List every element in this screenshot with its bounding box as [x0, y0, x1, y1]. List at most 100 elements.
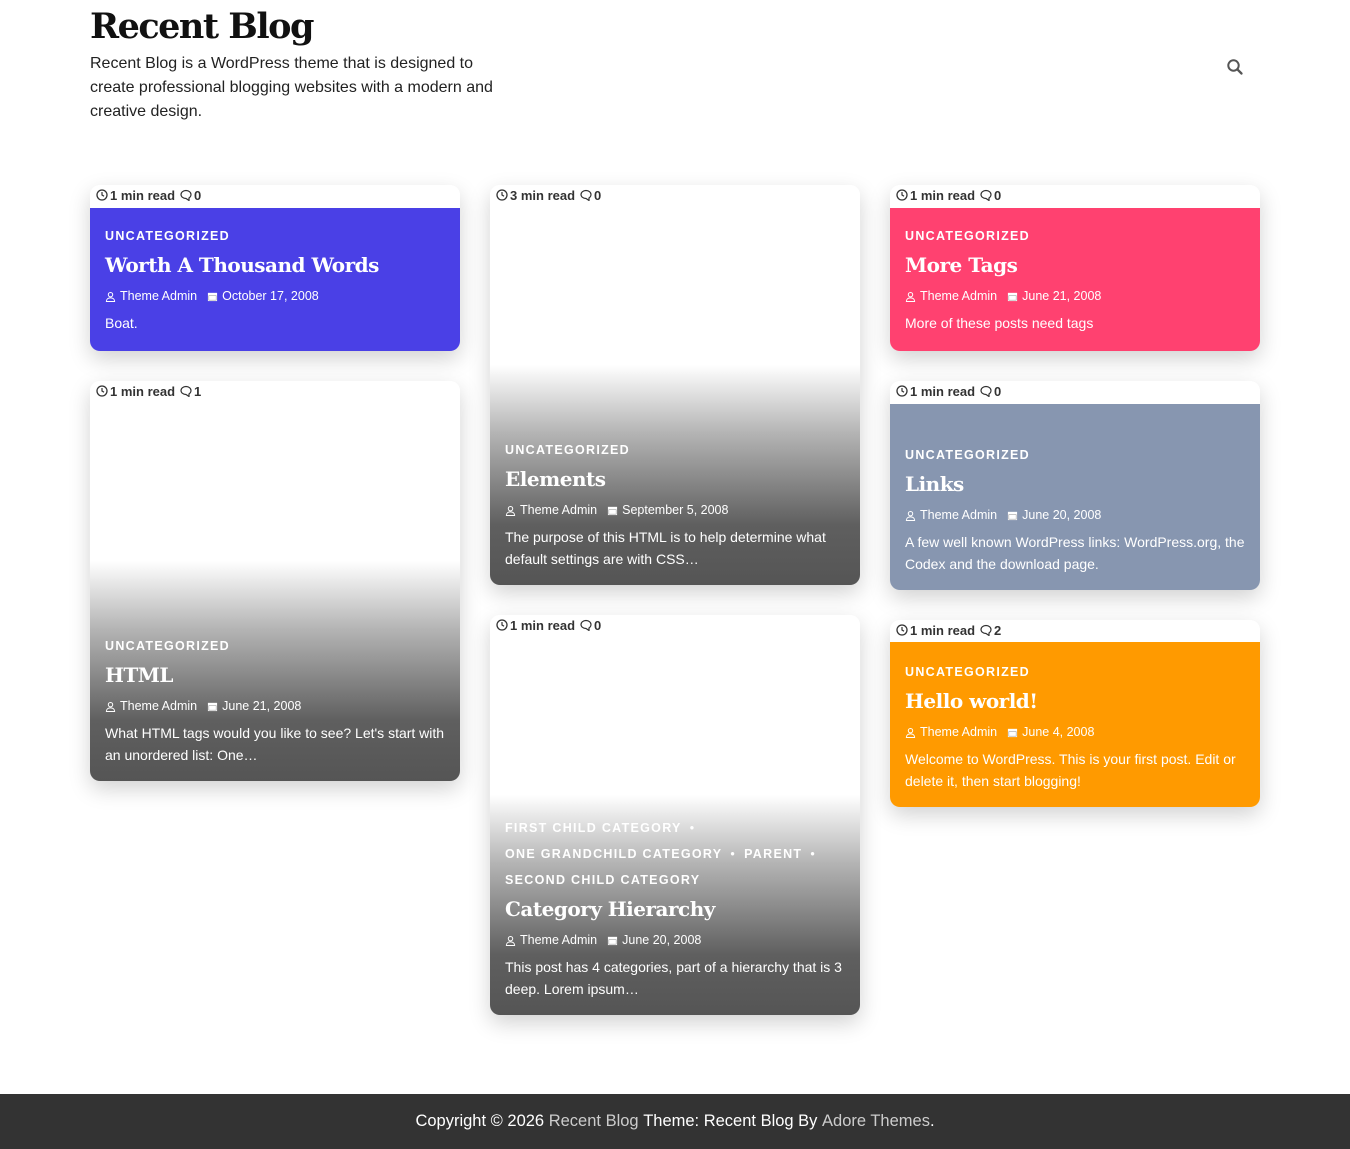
- calendar-icon: [208, 292, 218, 301]
- post-author[interactable]: Theme Admin: [120, 699, 197, 713]
- post-categories: UNCATEGORIZED: [905, 442, 1245, 468]
- category-link[interactable]: PARENT: [744, 847, 802, 861]
- post-author[interactable]: Theme Admin: [920, 289, 997, 303]
- post-meta-top: 3 min read 0: [490, 185, 860, 205]
- search-icon[interactable]: [1225, 57, 1245, 77]
- post-author[interactable]: Theme Admin: [120, 289, 197, 303]
- post-categories: UNCATEGORIZED: [905, 659, 1245, 685]
- user-icon: [905, 727, 916, 738]
- post-title[interactable]: Hello world!: [905, 689, 1245, 713]
- post-card[interactable]: 1 min read 2 UNCATEGORIZED Hello world! …: [890, 620, 1260, 807]
- post-date[interactable]: June 21, 2008: [1022, 289, 1101, 303]
- category-link[interactable]: UNCATEGORIZED: [905, 665, 1030, 679]
- category-link[interactable]: UNCATEGORIZED: [105, 639, 230, 653]
- category-link[interactable]: UNCATEGORIZED: [905, 448, 1030, 462]
- read-time: 1 min read: [110, 383, 176, 399]
- read-time: 1 min read: [910, 383, 976, 399]
- post-byline: Theme Admin June 21, 2008: [105, 699, 445, 713]
- user-icon: [105, 701, 116, 712]
- post-excerpt: Welcome to WordPress. This is your first…: [905, 751, 1236, 789]
- post-excerpt: More of these posts need tags: [905, 315, 1094, 331]
- category-link[interactable]: ONE GRANDCHILD CATEGORY: [505, 847, 722, 861]
- post-author[interactable]: Theme Admin: [920, 508, 997, 522]
- read-time: 1 min read: [910, 187, 976, 203]
- theme-author-link[interactable]: Adore Themes: [822, 1112, 930, 1131]
- post-date[interactable]: June 4, 2008: [1022, 725, 1094, 739]
- clock-icon: [496, 619, 508, 631]
- post-title[interactable]: More Tags: [905, 253, 1245, 277]
- copyright-text: Copyright © 2026: [415, 1112, 545, 1130]
- category-separator: •: [730, 847, 737, 861]
- comment-count[interactable]: 0: [594, 618, 601, 633]
- category-link[interactable]: SECOND CHILD CATEGORY: [505, 873, 700, 887]
- comment-icon: [980, 189, 992, 201]
- post-title[interactable]: Worth A Thousand Words: [105, 253, 445, 277]
- post-title[interactable]: Links: [905, 472, 1245, 496]
- post-title[interactable]: HTML: [105, 663, 445, 687]
- post-title[interactable]: Elements: [505, 467, 845, 491]
- comment-count[interactable]: 0: [994, 188, 1001, 203]
- post-author[interactable]: Theme Admin: [520, 503, 597, 517]
- clock-icon: [496, 189, 508, 201]
- post-date[interactable]: October 17, 2008: [222, 289, 319, 303]
- post-meta-top: 1 min read 1: [90, 381, 460, 401]
- clock-icon: [896, 624, 908, 636]
- calendar-icon: [608, 506, 618, 515]
- post-author[interactable]: Theme Admin: [520, 933, 597, 947]
- site-title[interactable]: Recent Blog: [90, 6, 314, 47]
- site-link[interactable]: Recent Blog: [549, 1112, 639, 1131]
- comment-count[interactable]: 2: [994, 623, 1001, 638]
- clock-icon: [96, 189, 108, 201]
- comment-count[interactable]: 1: [194, 384, 201, 399]
- post-date[interactable]: June 20, 2008: [1022, 508, 1101, 522]
- post-card[interactable]: 1 min read 0 UNCATEGORIZED More Tags The…: [890, 185, 1260, 351]
- category-link[interactable]: UNCATEGORIZED: [905, 229, 1030, 243]
- post-card[interactable]: 1 min read 0 FIRST CHILD CATEGORY • ONE G…: [490, 615, 860, 1015]
- comment-icon: [180, 385, 192, 397]
- post-meta-top: 1 min read 0: [890, 381, 1260, 401]
- clock-icon: [96, 385, 108, 397]
- post-date[interactable]: June 21, 2008: [222, 699, 301, 713]
- calendar-icon: [1008, 728, 1018, 737]
- post-card[interactable]: 1 min read 0 UNCATEGORIZED Links Theme A…: [890, 381, 1260, 590]
- post-excerpt: This post has 4 categories, part of a hi…: [505, 959, 842, 997]
- post-date[interactable]: September 5, 2008: [622, 503, 728, 517]
- comment-count[interactable]: 0: [594, 188, 601, 203]
- read-time: 1 min read: [110, 187, 176, 203]
- post-card[interactable]: 3 min read 0 UNCATEGORIZED Elements Them…: [490, 185, 860, 585]
- comment-count[interactable]: 0: [194, 188, 201, 203]
- post-title[interactable]: Category Hierarchy: [505, 897, 845, 921]
- read-time: 1 min read: [510, 617, 576, 633]
- category-link[interactable]: FIRST CHILD CATEGORY: [505, 821, 682, 835]
- post-categories: UNCATEGORIZED: [105, 223, 445, 249]
- post-card[interactable]: 1 min read 1 UNCATEGORIZED HTML Theme Ad…: [90, 381, 460, 781]
- post-categories: UNCATEGORIZED: [105, 633, 445, 659]
- clock-icon: [896, 189, 908, 201]
- post-meta-top: 1 min read 0: [490, 615, 860, 635]
- category-link[interactable]: UNCATEGORIZED: [105, 229, 230, 243]
- user-icon: [105, 291, 116, 302]
- post-card[interactable]: 1 min read 0 UNCATEGORIZED Worth A Thous…: [90, 185, 460, 351]
- category-separator: •: [689, 821, 696, 835]
- comment-count[interactable]: 0: [994, 384, 1001, 399]
- post-author[interactable]: Theme Admin: [920, 725, 997, 739]
- calendar-icon: [208, 702, 218, 711]
- user-icon: [905, 510, 916, 521]
- post-categories: FIRST CHILD CATEGORY • ONE GRANDCHILD CAT…: [505, 815, 845, 893]
- user-icon: [905, 291, 916, 302]
- footer-period: .: [929, 1112, 935, 1130]
- calendar-icon: [1008, 511, 1018, 520]
- read-time: 1 min read: [910, 622, 976, 638]
- site-header: Recent Blog Recent Blog is a WordPress t…: [0, 0, 1350, 150]
- post-byline: Theme Admin June 20, 2008: [905, 508, 1245, 522]
- category-link[interactable]: UNCATEGORIZED: [505, 443, 630, 457]
- comment-icon: [980, 624, 992, 636]
- post-byline: Theme Admin June 4, 2008: [905, 725, 1245, 739]
- post-excerpt: A few well known WordPress links: WordPr…: [905, 534, 1245, 572]
- post-date[interactable]: June 20, 2008: [622, 933, 701, 947]
- post-excerpt: Boat.: [105, 315, 138, 331]
- post-meta-top: 1 min read 2: [890, 620, 1260, 640]
- post-excerpt: What HTML tags would you like to see? Le…: [105, 725, 445, 763]
- read-time: 3 min read: [510, 187, 576, 203]
- post-meta-top: 1 min read 0: [890, 185, 1260, 205]
